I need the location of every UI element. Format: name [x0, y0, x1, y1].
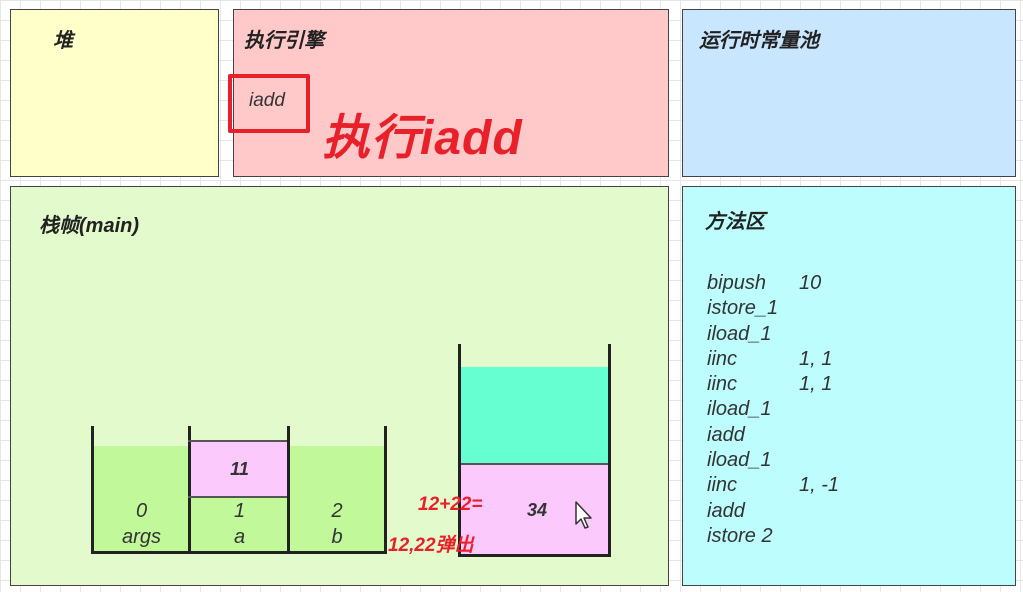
bytecode-row: iinc 1, -1: [707, 473, 839, 498]
heap-panel: 堆: [10, 9, 219, 177]
engine-title: 执行引擎: [244, 30, 324, 52]
bytecode-op: bipush: [707, 272, 766, 294]
popped-note: 12,22弹出: [388, 535, 474, 556]
slot-2-name: b: [331, 526, 343, 548]
bytecode-row: iload_1: [707, 397, 839, 422]
bytecode-op: iload_1: [707, 322, 772, 345]
operand-stack-empty-slot: [461, 367, 609, 464]
slot-1-value: 11: [230, 459, 249, 479]
bytecode-op: iinc: [707, 373, 738, 396]
bytecode-row: istore_1: [707, 296, 839, 321]
bytecode-row: bipush 10: [707, 271, 839, 296]
mouse-cursor-icon: [575, 501, 592, 529]
slot-0-index: 0: [135, 500, 148, 522]
bytecode-row: istore 2: [707, 524, 839, 549]
bytecode-row: iinc 1, 1: [707, 372, 839, 397]
lv-border-bottom: [91, 551, 387, 554]
slot-1-index: 1: [233, 500, 246, 522]
bytecode-op: istore 2: [707, 524, 773, 547]
slot-1-value-bottom: [188, 496, 287, 498]
bytecode-op: iload_1: [707, 449, 772, 472]
operand-stack-top-value: 34: [526, 500, 548, 520]
heap-title: 堆: [53, 30, 73, 52]
bytecode-op: iload_1: [707, 398, 772, 421]
sum-note: 12+22=: [418, 494, 483, 515]
slot-1-value-top: [188, 440, 287, 442]
bytecode-op: iadd: [707, 499, 745, 522]
bytecode-op: iinc: [707, 474, 738, 497]
slot-0-name: args: [122, 526, 161, 548]
current-instruction-highlight: [228, 74, 310, 133]
method-area-panel: 方法区 bipush 10 istore_1 iload_1 iinc 1, 1 i…: [682, 186, 1016, 586]
bytecode-row: iload_1: [707, 322, 839, 347]
bytecode-arg: 10: [799, 272, 822, 294]
operand-stack-bottom: [458, 554, 611, 557]
bytecode-row: iload_1: [707, 448, 839, 473]
bytecode-arg: 1, 1: [799, 347, 833, 370]
bytecode-op: iadd: [707, 423, 745, 446]
bytecode-row: iadd: [707, 499, 839, 524]
slot-1-name: a: [233, 526, 246, 548]
bytecode-op: iinc: [707, 347, 738, 370]
bytecode-arg: 1, -1: [799, 474, 840, 497]
operand-stack-divider: [461, 463, 609, 465]
execute-annotation: 执行iadd: [322, 112, 523, 165]
bytecode-arg: 1, 1: [799, 373, 833, 396]
method-area-title: 方法区: [705, 211, 765, 233]
bytecode-row: iinc 1, 1: [707, 347, 839, 372]
slot-2-index: 2: [331, 500, 343, 522]
operand-stack-wall-right: [608, 344, 611, 557]
bytecode-op: istore_1: [707, 297, 779, 320]
stack-frame-title: 栈帧(main): [39, 215, 139, 237]
constant-pool-title: 运行时常量池: [699, 30, 819, 52]
constant-pool-panel: 运行时常量池: [682, 9, 1016, 177]
bytecode-list: bipush 10 istore_1 iload_1 iinc 1, 1 iinc 1…: [707, 271, 839, 549]
bytecode-row: iadd: [707, 423, 839, 448]
operand-stack-wall-left: [458, 344, 461, 557]
